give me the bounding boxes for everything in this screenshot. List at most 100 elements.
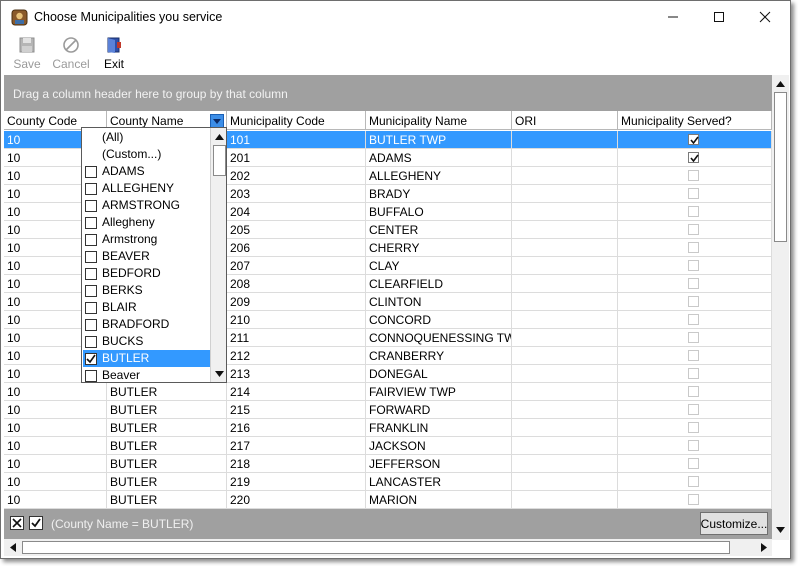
close-button[interactable] (742, 1, 788, 33)
served-checkbox[interactable] (688, 224, 699, 235)
filter-option[interactable]: BUCKS (83, 333, 210, 350)
served-checkbox[interactable] (688, 134, 699, 145)
scroll-right-button[interactable] (755, 539, 772, 556)
municipality-code-cell[interactable]: 204 (227, 203, 366, 221)
served-checkbox[interactable] (688, 440, 699, 451)
customize-button[interactable]: Customize... (700, 512, 768, 535)
municipality-code-cell[interactable]: 202 (227, 167, 366, 185)
filter-option-checkbox[interactable] (85, 336, 97, 348)
municipality-name-cell[interactable]: CONNOQUENESSING TWP (366, 329, 512, 347)
filter-option[interactable]: Armstrong (83, 231, 210, 248)
ori-cell[interactable] (512, 347, 618, 365)
filter-option-checkbox[interactable] (85, 319, 97, 331)
filter-option-checkbox[interactable] (85, 353, 97, 365)
table-row[interactable]: 10 BUTLER 217 JACKSON (4, 437, 772, 455)
filter-option[interactable]: BEAVER (83, 248, 210, 265)
filter-option[interactable]: ADAMS (83, 163, 210, 180)
filter-expression[interactable]: (County Name = BUTLER) (51, 517, 193, 531)
served-checkbox[interactable] (688, 188, 699, 199)
header-municipality-code[interactable]: Municipality Code (227, 111, 366, 130)
served-checkbox[interactable] (688, 314, 699, 325)
municipality-name-cell[interactable]: JACKSON (366, 437, 512, 455)
cancel-button[interactable]: Cancel (51, 35, 91, 71)
county-code-cell[interactable]: 10 (4, 383, 107, 401)
filter-option[interactable]: Beaver (83, 367, 210, 382)
ori-cell[interactable] (512, 365, 618, 383)
municipality-code-cell[interactable]: 206 (227, 239, 366, 257)
county-name-cell[interactable]: BUTLER (107, 473, 227, 491)
ori-cell[interactable] (512, 167, 618, 185)
municipality-code-cell[interactable]: 213 (227, 365, 366, 383)
municipality-name-cell[interactable]: CLEARFIELD (366, 275, 512, 293)
served-checkbox[interactable] (688, 476, 699, 487)
municipality-code-cell[interactable]: 216 (227, 419, 366, 437)
ori-cell[interactable] (512, 257, 618, 275)
county-name-filter-button[interactable] (210, 114, 224, 128)
header-ori[interactable]: ORI (512, 111, 618, 130)
filter-option[interactable]: BRADFORD (83, 316, 210, 333)
county-name-cell[interactable]: BUTLER (107, 455, 227, 473)
served-checkbox[interactable] (688, 242, 699, 253)
ori-cell[interactable] (512, 131, 618, 149)
municipality-name-cell[interactable]: DONEGAL (366, 365, 512, 383)
municipality-name-cell[interactable]: BUTLER TWP (366, 131, 512, 149)
header-municipality-name[interactable]: Municipality Name (366, 111, 512, 130)
filter-option-checkbox[interactable] (85, 166, 97, 178)
ori-cell[interactable] (512, 149, 618, 167)
served-checkbox[interactable] (688, 260, 699, 271)
municipality-code-cell[interactable]: 220 (227, 491, 366, 509)
county-name-cell[interactable]: BUTLER (107, 491, 227, 509)
municipality-code-cell[interactable]: 207 (227, 257, 366, 275)
municipality-code-cell[interactable]: 205 (227, 221, 366, 239)
table-row[interactable]: 10 BUTLER 218 JEFFERSON (4, 455, 772, 473)
filter-option-checkbox[interactable] (85, 285, 97, 297)
served-checkbox[interactable] (688, 332, 699, 343)
municipality-name-cell[interactable]: CENTER (366, 221, 512, 239)
served-checkbox[interactable] (688, 350, 699, 361)
ori-cell[interactable] (512, 329, 618, 347)
scroll-left-button[interactable] (4, 539, 21, 556)
municipality-code-cell[interactable]: 203 (227, 185, 366, 203)
served-checkbox[interactable] (688, 422, 699, 433)
municipality-code-cell[interactable]: 208 (227, 275, 366, 293)
municipality-code-cell[interactable]: 211 (227, 329, 366, 347)
served-checkbox[interactable] (688, 296, 699, 307)
municipality-name-cell[interactable]: JEFFERSON (366, 455, 512, 473)
ori-cell[interactable] (512, 401, 618, 419)
table-row[interactable]: 10 BUTLER 219 LANCASTER (4, 473, 772, 491)
municipality-name-cell[interactable]: LANCASTER (366, 473, 512, 491)
filter-option-checkbox[interactable] (85, 268, 97, 280)
municipality-name-cell[interactable]: CLAY (366, 257, 512, 275)
served-checkbox[interactable] (688, 458, 699, 469)
served-checkbox[interactable] (688, 386, 699, 397)
municipality-name-cell[interactable]: CONCORD (366, 311, 512, 329)
municipality-name-cell[interactable]: FAIRVIEW TWP (366, 383, 512, 401)
municipality-name-cell[interactable]: CRANBERRY (366, 347, 512, 365)
municipality-code-cell[interactable]: 217 (227, 437, 366, 455)
ori-cell[interactable] (512, 437, 618, 455)
county-name-cell[interactable]: BUTLER (107, 383, 227, 401)
municipality-code-cell[interactable]: 218 (227, 455, 366, 473)
filter-option[interactable]: BERKS (83, 282, 210, 299)
municipality-name-cell[interactable]: BUFFALO (366, 203, 512, 221)
minimize-button[interactable] (650, 1, 696, 33)
ori-cell[interactable] (512, 491, 618, 509)
filter-option[interactable]: BLAIR (83, 299, 210, 316)
municipality-name-cell[interactable]: ALLEGHENY (366, 167, 512, 185)
county-name-cell[interactable]: BUTLER (107, 401, 227, 419)
municipality-name-cell[interactable]: ADAMS (366, 149, 512, 167)
header-municipality-served[interactable]: Municipality Served? (618, 111, 772, 130)
ori-cell[interactable] (512, 383, 618, 401)
filter-option-checkbox[interactable] (85, 217, 97, 229)
county-code-cell[interactable]: 10 (4, 491, 107, 509)
served-checkbox[interactable] (688, 368, 699, 379)
municipality-code-cell[interactable]: 210 (227, 311, 366, 329)
municipality-name-cell[interactable]: CHERRY (366, 239, 512, 257)
filter-option-checkbox[interactable] (85, 251, 97, 263)
filter-option-checkbox[interactable] (85, 200, 97, 212)
ori-cell[interactable] (512, 473, 618, 491)
ori-cell[interactable] (512, 221, 618, 239)
table-row[interactable]: 10 BUTLER 215 FORWARD (4, 401, 772, 419)
county-name-cell[interactable]: BUTLER (107, 419, 227, 437)
horizontal-scrollbar[interactable] (4, 539, 772, 556)
